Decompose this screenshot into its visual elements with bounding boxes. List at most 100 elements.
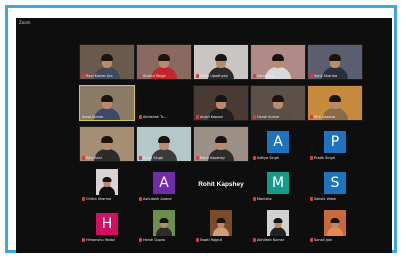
mic-muted-icon	[253, 74, 256, 78]
participant-tile[interactable]: Anjali Kapoor	[193, 85, 249, 121]
person-silhouette	[215, 54, 227, 61]
participant-tile[interactable]: S Sakshi Vatsh	[307, 167, 363, 203]
participant-name: Harsh Gupta	[143, 238, 166, 242]
participant-tile[interactable]: Sahil Sharma	[307, 44, 363, 80]
participant-video	[153, 210, 175, 236]
participant-tile[interactable]: H Himanshu Yadav	[79, 208, 135, 244]
participant-tile[interactable]: P Pratik Singh	[307, 126, 363, 162]
mic-muted-icon	[253, 238, 256, 242]
mic-muted-icon	[253, 156, 256, 160]
participant-name-label: Arjun Singh	[139, 156, 163, 160]
participant-tile[interactable]: Kirti Saxena	[307, 85, 363, 121]
mic-muted-icon	[253, 197, 256, 201]
participant-name: Neha Upadhyay	[200, 74, 228, 78]
participant-tile[interactable]: Ritu Rani	[79, 126, 135, 162]
participant-name: Sonali Jain	[314, 238, 333, 242]
participant-name: Shalini Singh	[143, 74, 166, 78]
participant-name: Samiksha	[257, 74, 274, 78]
mic-muted-icon	[82, 238, 85, 242]
mic-muted-icon	[310, 115, 313, 119]
mic-muted-icon	[139, 238, 142, 242]
participant-name: Pratik Singh	[314, 156, 335, 160]
participant-tile[interactable]: Suraj Kumar	[79, 85, 135, 121]
person-silhouette	[272, 54, 284, 61]
participant-name-label: Harsh Kumar	[253, 115, 280, 119]
participant-name: Kirti Saxena	[314, 115, 336, 119]
participant-tile[interactable]: Chitra Sharma	[79, 167, 135, 203]
participant-tile[interactable]: M Manisha	[250, 167, 306, 203]
participant-tile[interactable]: Neha Upadhyay	[193, 44, 249, 80]
person-silhouette	[158, 136, 170, 143]
person-silhouette	[215, 95, 227, 102]
participant-name-label: Suraj Kumar	[82, 115, 103, 119]
participant-initial-avatar: S	[324, 172, 346, 194]
participant-tile[interactable]: Rohit Kapshey	[193, 167, 249, 203]
meeting-gallery-view: Zoom Ravi Kumar Jha Shalini Singh Neha Upa…	[16, 18, 392, 253]
participant-name-label: Abhishek Tr...	[139, 115, 166, 119]
participant-tile[interactable]: Harsh Gupta	[136, 208, 192, 244]
participant-video	[210, 210, 232, 236]
participant-initial-avatar: P	[324, 131, 346, 153]
mic-muted-icon	[139, 156, 142, 160]
participant-name-label: Himanshu Yadav	[82, 238, 115, 242]
participant-name-label: Samiksha	[253, 74, 274, 78]
participant-name-label: Ashutosh Anand	[139, 197, 172, 201]
participant-name: Aditya Singh	[257, 156, 280, 160]
participant-video	[324, 210, 346, 236]
participant-tile[interactable]: Akhilesh Kumar	[250, 208, 306, 244]
person-silhouette	[102, 177, 112, 182]
participant-tile[interactable]: Samiksha	[250, 44, 306, 80]
participant-tile[interactable]: Harsh Kumar	[250, 85, 306, 121]
participant-tile[interactable]: Rohit Kapshey	[193, 126, 249, 162]
mic-muted-icon	[253, 115, 256, 119]
participant-name: Akhilesh Kumar	[257, 238, 285, 242]
participant-name: Harsh Kumar	[257, 115, 280, 119]
participant-name-label: Pratik Singh	[310, 156, 335, 160]
participant-name-label: Akhilesh Kumar	[253, 238, 284, 242]
participant-name: Ritu Rani	[86, 156, 102, 160]
mic-muted-icon	[82, 156, 85, 160]
participant-name-label: Neha Upadhyay	[196, 74, 228, 78]
participant-tile[interactable]: A Aditya Singh	[250, 126, 306, 162]
mic-muted-icon	[310, 238, 313, 242]
person-silhouette	[101, 54, 113, 61]
participant-name-label: Rohit Kapshey	[196, 156, 225, 160]
person-silhouette	[101, 136, 113, 143]
person-silhouette	[272, 95, 284, 102]
participant-name: Suraj Kumar	[82, 115, 104, 119]
person-silhouette	[270, 227, 286, 236]
mic-muted-icon	[310, 156, 313, 160]
person-silhouette	[215, 136, 227, 143]
person-silhouette	[159, 218, 169, 223]
person-silhouette	[329, 95, 341, 102]
participant-tile[interactable]: Swati Rajput	[193, 208, 249, 244]
participant-name: Anjali Kapoor	[200, 115, 224, 119]
person-silhouette	[330, 218, 340, 223]
participant-name: Arjun Singh	[143, 156, 164, 160]
participant-tile[interactable]: Shalini Singh	[136, 44, 192, 80]
participant-name: Chitra Sharma	[86, 197, 112, 201]
person-silhouette	[158, 54, 170, 61]
mic-muted-icon	[310, 197, 313, 201]
participant-tile[interactable]: Ravi Kumar Jha	[79, 44, 135, 80]
participant-name-label: Manisha	[253, 197, 272, 201]
mic-muted-icon	[196, 156, 199, 160]
participant-video	[96, 169, 118, 195]
mic-muted-icon	[196, 238, 199, 242]
participant-name: Swati Rajput	[200, 238, 222, 242]
participant-name: Abhishek Tr...	[143, 115, 167, 119]
participant-name: Ashutosh Anand	[143, 197, 172, 201]
participant-name: Sakshi Vatsh	[314, 197, 337, 201]
window-title: Zoom	[19, 20, 31, 25]
participant-name: Himanshu Yadav	[86, 238, 115, 242]
participant-name: Ravi Kumar Jha	[86, 74, 113, 78]
participant-tile[interactable]: A Ashutosh Anand	[136, 167, 192, 203]
participant-initial-avatar: M	[267, 172, 289, 194]
participant-tile[interactable]: Abhishek Tr...	[136, 85, 192, 121]
participant-tile[interactable]: Arjun Singh	[136, 126, 192, 162]
mic-muted-icon	[82, 74, 85, 78]
participant-name: Sahil Sharma	[314, 74, 338, 78]
person-silhouette	[213, 227, 229, 236]
participant-video	[267, 210, 289, 236]
participant-tile[interactable]: Sonali Jain	[307, 208, 363, 244]
